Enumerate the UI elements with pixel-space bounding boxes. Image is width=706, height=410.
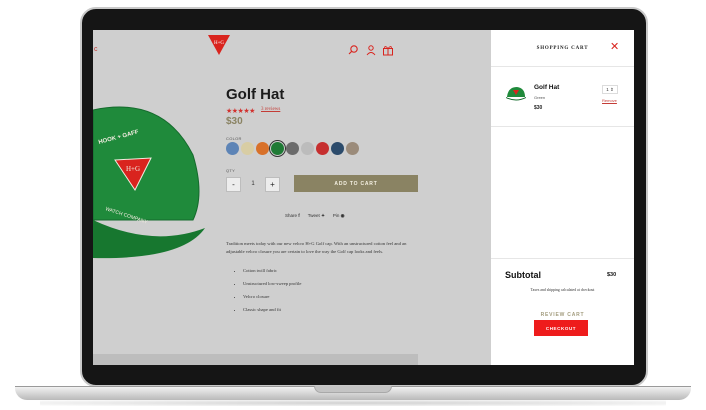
cart-divider: [491, 258, 634, 259]
brand-logo[interactable]: H+G: [207, 34, 231, 56]
product-price: $30: [226, 116, 243, 127]
account-icon[interactable]: [365, 44, 377, 56]
share-pinterest-link[interactable]: Pin ◉: [333, 213, 345, 219]
cart-item-remove-link[interactable]: Remove: [602, 98, 617, 103]
rating-stars: ★★★★★: [226, 108, 255, 115]
color-swatch[interactable]: [271, 142, 284, 155]
pin-label: Pin: [332, 213, 340, 218]
header-left-mark: c: [94, 46, 98, 53]
color-swatch[interactable]: [286, 142, 299, 155]
color-swatch[interactable]: [346, 142, 359, 155]
tax-note: Taxes and shipping calculated at checkou…: [530, 288, 595, 292]
review-cart-button[interactable]: REVIEW CART: [491, 312, 634, 318]
cart-item-qty-select[interactable]: 1 ⇕: [602, 85, 618, 94]
product-page[interactable]: c H+G H+G HOOK + GAFF WATCH COMPANY Golf…: [93, 30, 491, 365]
share-twitter-link[interactable]: Tweet ✦: [308, 213, 325, 219]
qty-label: QTY: [226, 168, 236, 173]
color-swatch[interactable]: [241, 142, 254, 155]
cart-item-variant: Green: [534, 95, 546, 100]
color-swatch[interactable]: [256, 142, 269, 155]
svg-text:H+G: H+G: [126, 165, 140, 173]
color-swatch[interactable]: [331, 142, 344, 155]
color-swatches: [226, 142, 359, 155]
color-label: COLOR: [226, 136, 242, 141]
pinterest-icon: ◉: [340, 213, 345, 218]
share-label: Share: [285, 213, 298, 218]
tweet-label: Tweet: [307, 213, 320, 218]
color-swatch[interactable]: [301, 142, 314, 155]
close-icon[interactable]: ✕: [610, 42, 619, 53]
color-swatch[interactable]: [316, 142, 329, 155]
feature-item: Cotton twill fabric: [243, 268, 301, 281]
gift-cart-icon[interactable]: [382, 44, 394, 56]
cart-item-price: $30: [534, 105, 543, 111]
feature-item: Velcro closure: [243, 294, 301, 307]
feature-item: Unstructured low-sweep profile: [243, 281, 301, 294]
color-swatch[interactable]: [226, 142, 239, 155]
cart-divider: [491, 126, 634, 127]
qty-minus-button[interactable]: -: [226, 176, 241, 192]
laptop-notch: [314, 386, 392, 393]
subtotal-label: Subtotal: [505, 270, 541, 280]
checkout-button[interactable]: CHECKOUT: [534, 320, 588, 336]
feature-item: Classic shape and fit: [243, 307, 301, 320]
logo-text: H+G: [214, 41, 224, 46]
product-description: Tradition meets today with our new velcr…: [226, 241, 407, 254]
twitter-icon: ✦: [321, 213, 325, 218]
qty-value[interactable]: 1: [251, 181, 254, 187]
reviews-link[interactable]: 3 reviews: [261, 107, 280, 112]
cart-divider: [491, 66, 634, 67]
feature-list: Cotton twill fabric Unstructured low-swe…: [243, 268, 301, 320]
subtotal-value: $30: [607, 272, 617, 278]
share-links: Share f Tweet ✦ Pin ◉: [285, 213, 345, 219]
cart-drawer: SHOPPING CART ✕ Golf Hat Green $30 1 ⇕ R…: [491, 30, 634, 365]
share-facebook-link[interactable]: Share f: [285, 213, 300, 219]
cart-item-thumbnail[interactable]: [505, 85, 527, 103]
page-bottom-bar: [93, 354, 418, 365]
product-title: Golf Hat: [226, 86, 285, 103]
facebook-icon: f: [298, 213, 300, 218]
qty-plus-button[interactable]: +: [265, 176, 280, 192]
quantity-stepper: - 1 +: [226, 176, 280, 192]
laptop-screen: c H+G H+G HOOK + GAFF WATCH COMPANY Golf…: [93, 30, 634, 365]
search-icon[interactable]: [347, 44, 359, 56]
cart-item-name[interactable]: Golf Hat: [534, 84, 559, 91]
add-to-cart-button[interactable]: ADD TO CART: [294, 175, 418, 192]
product-image-golf-hat[interactable]: H+G HOOK + GAFF WATCH COMPANY: [93, 100, 205, 260]
laptop-shadow: [40, 400, 666, 406]
